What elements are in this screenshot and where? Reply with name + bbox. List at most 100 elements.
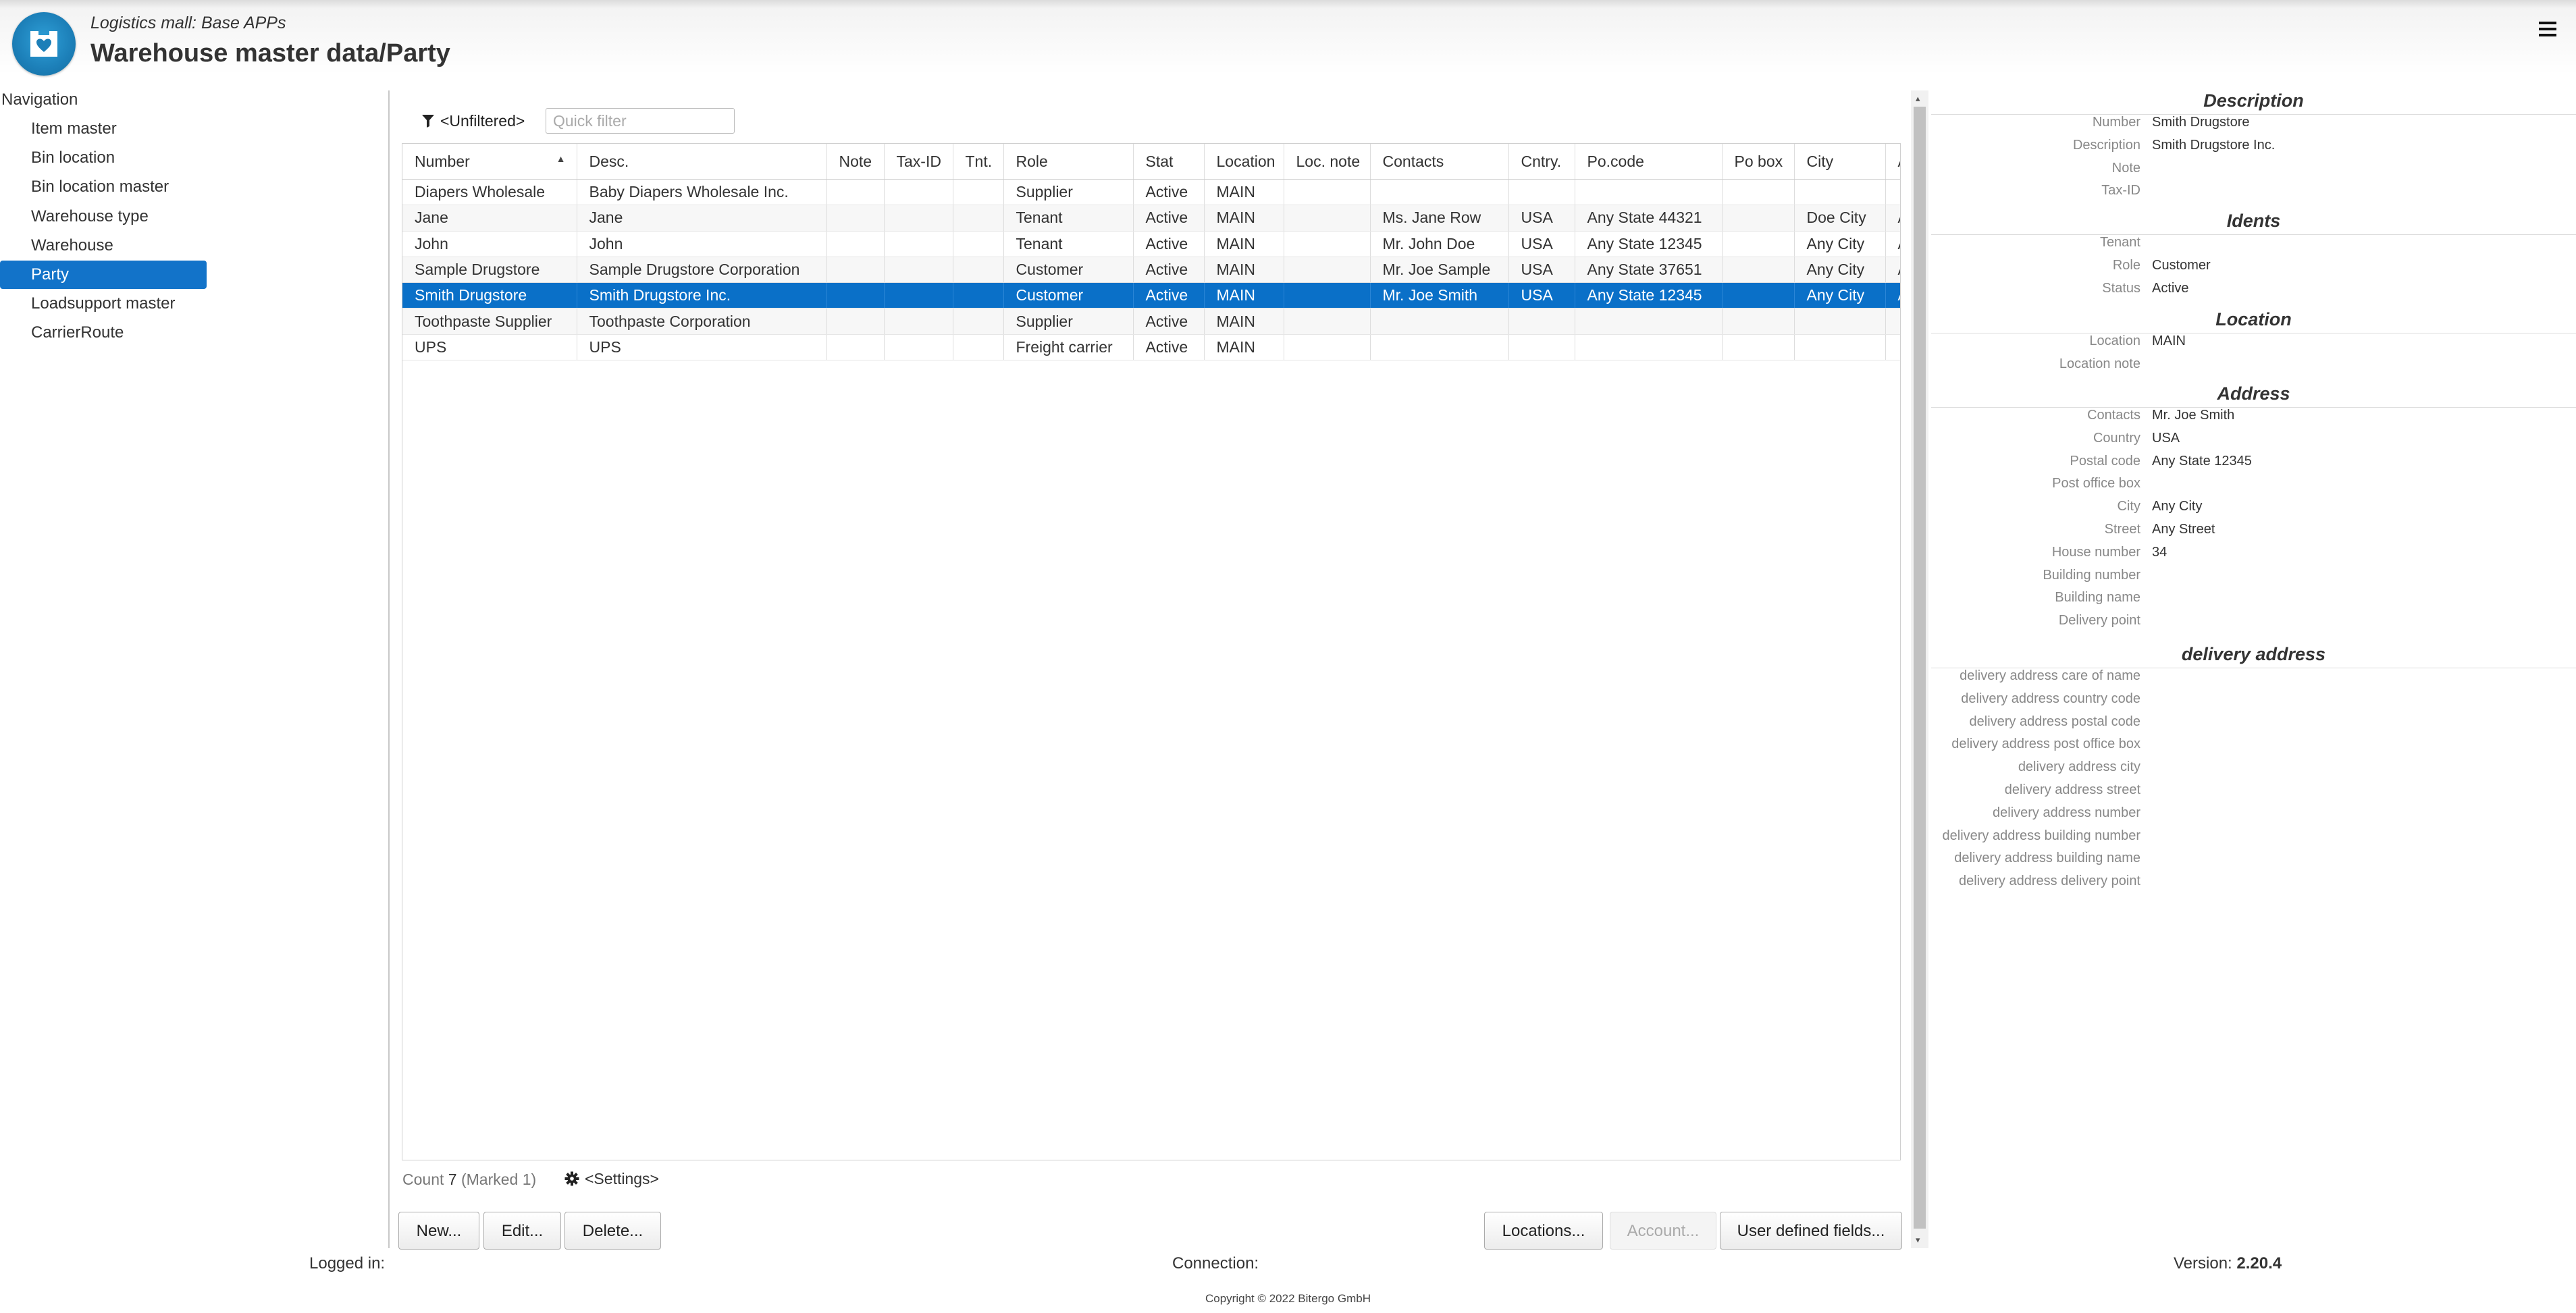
scroll-down-icon[interactable]: ▾ <box>1916 1235 1920 1245</box>
table-cell[interactable] <box>1722 179 1795 206</box>
table-cell[interactable] <box>884 205 953 232</box>
table-cell[interactable]: USA <box>1508 257 1575 284</box>
table-cell[interactable] <box>826 231 885 257</box>
navigation-divider[interactable] <box>388 90 390 1248</box>
table-cell[interactable]: MAIN <box>1204 257 1284 284</box>
column-header[interactable]: A <box>1885 144 1900 180</box>
table-row[interactable]: Toothpaste Supplier Toothpaste Corporatio… <box>402 308 1900 335</box>
table-cell[interactable] <box>1370 179 1509 206</box>
sidebar-item-bin-location[interactable]: Bin location <box>0 144 207 172</box>
table-cell[interactable]: Active <box>1133 282 1205 309</box>
table-cell[interactable] <box>1722 334 1795 361</box>
table-cell[interactable] <box>1722 282 1795 309</box>
table-cell[interactable] <box>1722 308 1795 335</box>
table-cell[interactable] <box>1284 282 1371 309</box>
table-cell[interactable]: Ms. Jane Row <box>1370 205 1509 232</box>
table-cell[interactable]: Mr. John Doe <box>1370 231 1509 257</box>
table-cell[interactable]: Active <box>1133 179 1205 206</box>
sidebar-item-bin-location-master[interactable]: Bin location master <box>0 173 207 201</box>
table-cell[interactable] <box>1508 334 1575 361</box>
table-cell[interactable] <box>1284 308 1371 335</box>
column-header[interactable]: Loc. note <box>1284 144 1371 180</box>
edit-button[interactable]: Edit... <box>483 1212 561 1250</box>
table-cell[interactable] <box>826 282 885 309</box>
sidebar-item-carrierroute[interactable]: CarrierRoute <box>0 319 207 347</box>
table-cell[interactable]: Smith Drugstore <box>402 282 577 309</box>
table-cell[interactable] <box>826 308 885 335</box>
column-header[interactable]: Location <box>1204 144 1284 180</box>
table-cell[interactable]: MAIN <box>1204 179 1284 206</box>
table-cell[interactable] <box>953 282 1004 309</box>
table-cell[interactable]: Active <box>1133 231 1205 257</box>
table-cell[interactable]: MAIN <box>1204 205 1284 232</box>
table-cell[interactable]: Jane <box>577 205 827 232</box>
column-header[interactable]: Number ▲ <box>402 144 577 180</box>
table-cell[interactable] <box>1508 308 1575 335</box>
table-cell[interactable]: Sample Drugstore <box>402 257 577 284</box>
column-header[interactable]: Role <box>1003 144 1134 180</box>
column-header[interactable]: Contacts <box>1370 144 1509 180</box>
table-cell[interactable]: UPS <box>577 334 827 361</box>
table-cell[interactable]: Jane <box>402 205 577 232</box>
table-cell[interactable]: Active <box>1133 257 1205 284</box>
table-cell[interactable]: Any City <box>1794 282 1886 309</box>
settings-link[interactable]: <Settings> <box>585 1170 659 1188</box>
table-cell[interactable]: Any State 44321 <box>1575 205 1723 232</box>
column-header[interactable]: Desc. <box>577 144 827 180</box>
table-cell[interactable] <box>1794 308 1886 335</box>
table-cell[interactable] <box>884 179 953 206</box>
delete-button[interactable]: Delete... <box>564 1212 661 1250</box>
sidebar-item-loadsupport-master[interactable]: Loadsupport master <box>0 290 207 318</box>
table-cell[interactable]: Sample Drugstore Corporation <box>577 257 827 284</box>
table-cell[interactable] <box>953 257 1004 284</box>
table-cell[interactable]: John <box>402 231 577 257</box>
table-cell[interactable] <box>826 205 885 232</box>
table-cell[interactable] <box>884 257 953 284</box>
table-cell[interactable]: Active <box>1133 334 1205 361</box>
table-cell[interactable]: Active <box>1133 205 1205 232</box>
table-cell[interactable] <box>953 231 1004 257</box>
table-cell[interactable]: Tenant <box>1003 231 1134 257</box>
table-cell[interactable] <box>953 308 1004 335</box>
table-row-selected[interactable]: Smith Drugstore Smith Drugstore Inc. Custo… <box>402 282 1900 309</box>
table-cell[interactable] <box>1722 205 1795 232</box>
table-cell[interactable]: Baby Diapers Wholesale Inc. <box>577 179 827 206</box>
table-cell[interactable] <box>884 282 953 309</box>
table-row[interactable]: Jane Jane Tenant Active MAIN Ms. Jane Row USA A… <box>402 205 1900 232</box>
table-cell[interactable] <box>953 334 1004 361</box>
table-cell[interactable] <box>826 334 885 361</box>
table-cell[interactable]: Toothpaste Corporation <box>577 308 827 335</box>
table-cell[interactable]: USA <box>1508 282 1575 309</box>
table-cell[interactable] <box>826 257 885 284</box>
column-header[interactable]: Po box <box>1722 144 1795 180</box>
account-button[interactable]: Account... <box>1610 1212 1716 1250</box>
table-cell[interactable]: Smith Drugstore Inc. <box>577 282 827 309</box>
table-cell[interactable]: USA <box>1508 205 1575 232</box>
column-header[interactable]: Note <box>826 144 885 180</box>
table-cell[interactable]: Mr. Joe Smith <box>1370 282 1509 309</box>
filter-icon[interactable] <box>421 113 435 132</box>
column-header[interactable]: Cntry. <box>1508 144 1575 180</box>
locations-button[interactable]: Locations... <box>1484 1212 1603 1250</box>
table-cell[interactable]: Tenant <box>1003 205 1134 232</box>
table-cell[interactable] <box>1284 231 1371 257</box>
table-cell[interactable] <box>953 205 1004 232</box>
sidebar-item-item-master[interactable]: Item master <box>0 115 207 143</box>
table-cell[interactable]: A <box>1885 205 1900 232</box>
table-cell[interactable] <box>1370 334 1509 361</box>
sort-ascending-icon[interactable]: ▲ <box>556 153 566 164</box>
new-button[interactable]: New... <box>398 1212 479 1250</box>
filter-label[interactable]: <Unfiltered> <box>440 112 525 130</box>
table-cell[interactable] <box>1722 257 1795 284</box>
quick-filter-input[interactable] <box>546 108 735 134</box>
table-row[interactable]: John John Tenant Active MAIN Mr. John Doe USA A… <box>402 231 1900 257</box>
table-cell[interactable]: A <box>1885 231 1900 257</box>
table-cell[interactable] <box>884 231 953 257</box>
table-cell[interactable]: Any State 12345 <box>1575 231 1723 257</box>
table-cell[interactable] <box>1284 257 1371 284</box>
menu-icon[interactable] <box>2538 19 2558 43</box>
table-cell[interactable] <box>1575 179 1723 206</box>
table-cell[interactable] <box>1575 334 1723 361</box>
column-header[interactable]: City <box>1794 144 1886 180</box>
table-row[interactable]: UPS UPS Freight carrier Active MAIN <box>402 334 1900 361</box>
